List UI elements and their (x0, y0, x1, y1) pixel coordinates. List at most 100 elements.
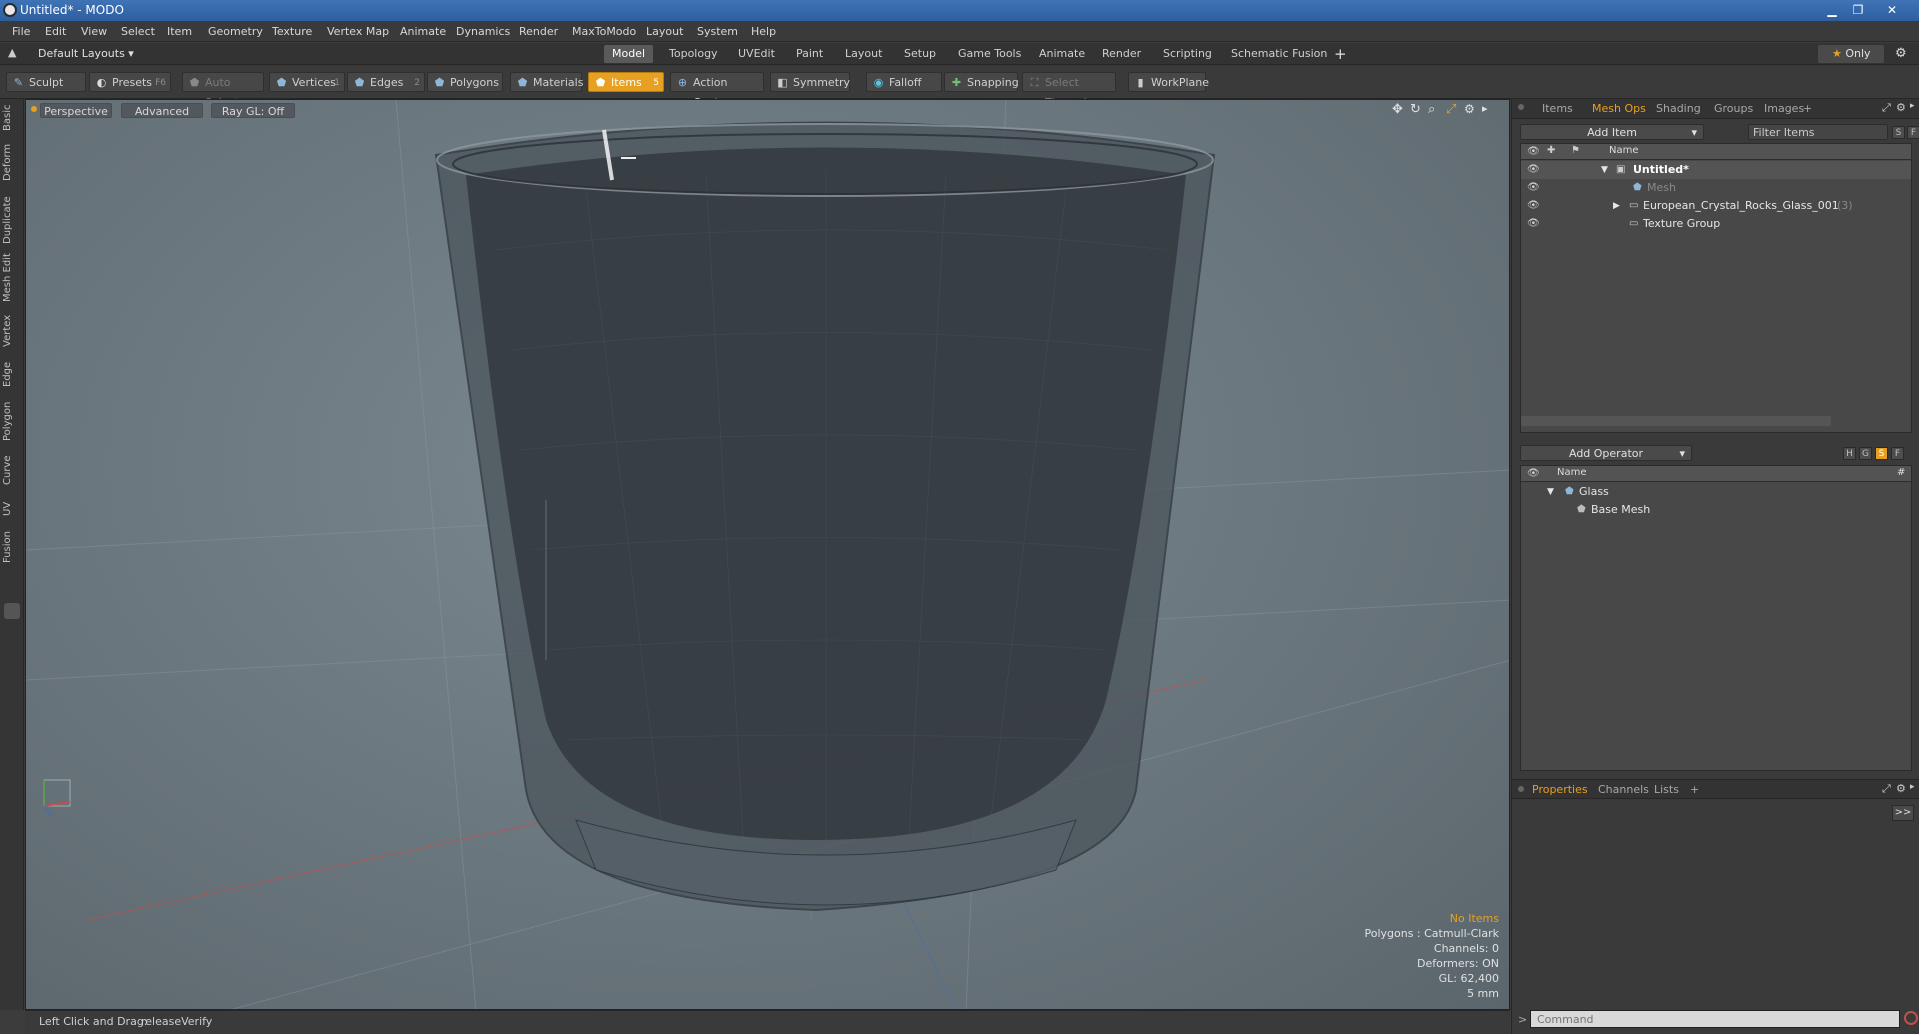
gear-icon[interactable]: ⚙ (1895, 46, 1907, 61)
menu-texture[interactable]: Texture (272, 25, 312, 38)
menu-select[interactable]: Select (121, 25, 155, 38)
props-arrow-icon[interactable]: ▸ (1910, 782, 1915, 792)
perspective-button[interactable]: Perspective (40, 103, 112, 118)
tab-lists[interactable]: Lists (1654, 783, 1679, 796)
menu-vertex-map[interactable]: Vertex Map (327, 25, 389, 38)
expand-arrow-icon[interactable]: ▼ (1601, 161, 1608, 179)
command-input[interactable] (1530, 1010, 1900, 1028)
list-item[interactable]: 👁 ▼ ▣ Untitled* (1521, 161, 1911, 179)
tab-topology[interactable]: Topology (661, 45, 726, 63)
tab-add[interactable]: + (1690, 783, 1699, 796)
workplane-button[interactable]: ▮ WorkPlane (1128, 72, 1209, 92)
tab-layout[interactable]: Layout (837, 45, 890, 63)
filter-s-button[interactable]: S (1892, 126, 1905, 139)
items-button[interactable]: ⬟ Items 5 (588, 72, 664, 92)
tab-properties[interactable]: Properties (1532, 783, 1588, 796)
action-center-button[interactable]: ⊕Action Center (670, 72, 764, 109)
tab-items[interactable]: Items (1542, 102, 1573, 115)
menu-layout[interactable]: Layout (646, 25, 683, 38)
list-item[interactable]: 👁 ▭ Texture Group (1521, 215, 1911, 233)
panel-menu-dot[interactable] (1518, 104, 1524, 110)
vtab-edge[interactable]: Edge (2, 359, 22, 389)
add-operator-button[interactable]: Add Operator ▾ (1520, 445, 1692, 461)
filter-items-field[interactable]: Filter Items (1748, 124, 1888, 140)
menu-item[interactable]: Item (167, 25, 192, 38)
close-button[interactable]: ✕ (1880, 2, 1904, 18)
rotate-icon[interactable]: ↻ (1410, 102, 1421, 117)
edges-button[interactable]: ⬟ Edges 2 (347, 72, 425, 92)
snapping-button[interactable]: ✚ Snapping (944, 72, 1019, 92)
eye-icon[interactable]: 👁 (1527, 164, 1540, 176)
layout-arrow-icon[interactable]: ▲ (8, 46, 16, 59)
restore-button[interactable]: ❐ (1846, 2, 1870, 18)
polygons-button[interactable]: ⬟ Polygons (427, 72, 503, 92)
tab-images[interactable]: Images (1764, 102, 1804, 115)
eye-icon[interactable]: 👁 (1527, 218, 1540, 230)
viewport-menu-dot[interactable] (31, 106, 37, 112)
pan-icon[interactable]: ✥ (1392, 102, 1403, 117)
raygl-button[interactable]: Ray GL: Off (211, 103, 295, 118)
record-icon[interactable] (1904, 1011, 1918, 1025)
panel-arrow-icon[interactable]: ▸ (1910, 101, 1915, 111)
3d-viewport[interactable]: Perspective Advanced Ray GL: Off ✥ ↻ ⌕ ⤢… (25, 99, 1510, 1010)
auto-select-button[interactable]: ⬟Auto Select (182, 72, 264, 109)
props-expand-icon[interactable]: ⤢ (1882, 782, 1891, 796)
symmetry-button[interactable]: ◧ Symmetry (770, 72, 850, 92)
filter-f-button[interactable]: F (1907, 126, 1919, 139)
viewport-gear-icon[interactable]: ⚙ (1464, 102, 1475, 116)
zoom-icon[interactable]: ⌕ (1428, 102, 1435, 117)
tab-scripting[interactable]: Scripting (1155, 45, 1220, 63)
falloff-button[interactable]: ◉ Falloff (866, 72, 942, 92)
vtab-uv[interactable]: UV (2, 499, 22, 519)
tab-channels[interactable]: Channels (1598, 783, 1649, 796)
menu-edit[interactable]: Edit (45, 25, 66, 38)
op-s-button[interactable]: S (1875, 447, 1888, 460)
tab-mesh-ops[interactable]: Mesh Ops (1592, 102, 1646, 115)
menu-system[interactable]: System (697, 25, 738, 38)
vtab-mesh-edit[interactable]: Mesh Edit (2, 253, 22, 303)
menu-animate[interactable]: Animate (400, 25, 446, 38)
op-g-button[interactable]: G (1859, 447, 1872, 460)
panel-gear-icon[interactable]: ⚙ (1896, 101, 1906, 114)
expand-props-button[interactable]: >> (1892, 805, 1914, 821)
tab-model[interactable]: Model (604, 45, 654, 63)
menu-dynamics[interactable]: Dynamics (456, 25, 510, 38)
tab-uvedit[interactable]: UVEdit (730, 45, 783, 63)
vtab-duplicate[interactable]: Duplicate (2, 195, 22, 245)
only-button[interactable]: ★ Only (1818, 45, 1884, 63)
vtab-basic[interactable]: Basic (2, 103, 22, 133)
tab-paint[interactable]: Paint (788, 45, 831, 63)
viewport-arrow-icon[interactable]: ▸ (1482, 102, 1488, 115)
menu-render[interactable]: Render (519, 25, 558, 38)
menu-maxtomodo[interactable]: MaxToModo (572, 25, 636, 38)
materials-button[interactable]: ⬟ Materials (510, 72, 583, 92)
add-item-button[interactable]: Add Item ▾ (1520, 124, 1704, 140)
op-f-button[interactable]: F (1891, 447, 1904, 460)
props-gear-icon[interactable]: ⚙ (1896, 782, 1906, 795)
vtab-polygon[interactable]: Polygon (2, 399, 22, 443)
expand-arrow-icon[interactable]: ▼ (1547, 483, 1554, 501)
list-item[interactable]: 👁 ⬟ Mesh (1521, 179, 1911, 197)
eye-icon[interactable]: 👁 (1527, 200, 1540, 212)
op-h-button[interactable]: H (1843, 447, 1856, 460)
tab-game-tools[interactable]: Game Tools (950, 45, 1029, 63)
vtab-curve[interactable]: Curve (2, 453, 22, 487)
tab-schematic-fusion[interactable]: Schematic Fusion (1223, 45, 1335, 63)
tab-setup[interactable]: Setup (896, 45, 944, 63)
menu-file[interactable]: File (12, 25, 30, 38)
menu-view[interactable]: View (81, 25, 107, 38)
presets-button[interactable]: ◐ Presets F6 (89, 72, 171, 92)
toggle-panel-button[interactable] (4, 603, 20, 619)
menu-help[interactable]: Help (751, 25, 776, 38)
vtab-vertex[interactable]: Vertex (2, 313, 22, 349)
fit-icon[interactable]: ⤢ (1446, 102, 1456, 117)
horizontal-scrollbar[interactable] (1521, 416, 1831, 426)
select-through-button[interactable]: ⛶Select Through (1022, 72, 1116, 109)
add-layout-button[interactable]: + (1334, 45, 1347, 63)
expand-icon[interactable]: ⤢ (1882, 101, 1891, 115)
eye-icon[interactable]: 👁 (1527, 182, 1540, 194)
tab-groups[interactable]: Groups (1714, 102, 1753, 115)
tab-shading[interactable]: Shading (1656, 102, 1701, 115)
tab-animate[interactable]: Animate (1031, 45, 1093, 63)
list-item[interactable]: ▼ ⬟ Glass (1521, 483, 1911, 501)
